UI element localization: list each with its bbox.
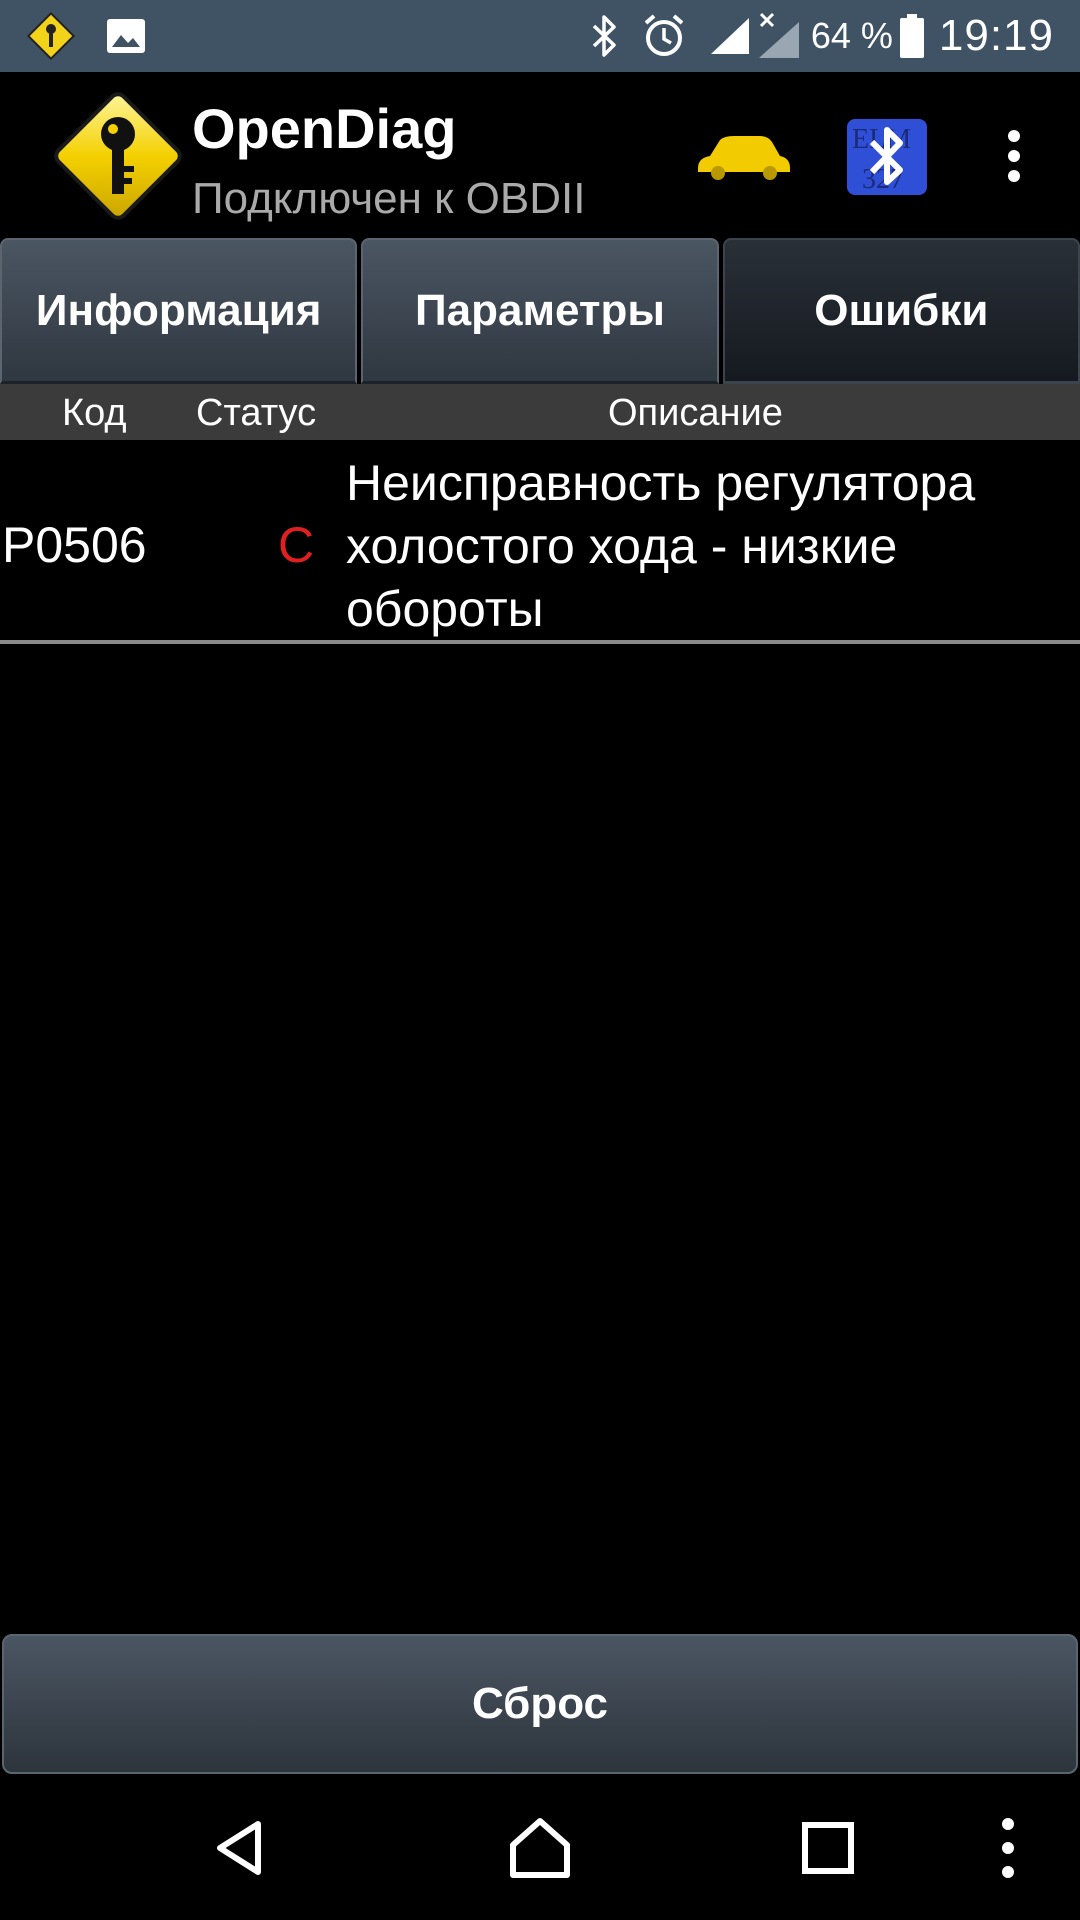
- connection-status: Подключен к OBDII: [192, 174, 586, 223]
- reset-button[interactable]: Сброс: [2, 1634, 1078, 1774]
- column-header-status: Статус: [196, 392, 317, 434]
- app-bar: OpenDiag Подключен к OBDII ELM 327: [0, 72, 1080, 238]
- tab-label: Ошибки: [814, 285, 989, 335]
- column-header-description: Описание: [608, 392, 783, 434]
- signal-no-sim-icon: [757, 12, 801, 60]
- app-title: OpenDiag: [192, 97, 457, 160]
- row-divider: [0, 640, 1080, 644]
- car-icon[interactable]: [694, 130, 794, 186]
- opendiag-notification-icon: [26, 11, 76, 61]
- column-header-code: Код: [62, 392, 127, 434]
- tab-errors[interactable]: Ошибки: [722, 238, 1080, 384]
- bluetooth-icon: [591, 14, 619, 58]
- error-status: C: [278, 517, 315, 573]
- home-icon[interactable]: [490, 1798, 590, 1898]
- overflow-menu-icon[interactable]: [994, 126, 1034, 186]
- reset-button-label: Сброс: [471, 1679, 609, 1728]
- tab-label: Информация: [35, 285, 322, 335]
- navigation-bar: [0, 1776, 1080, 1920]
- error-code: P0506: [2, 517, 147, 573]
- signal-icon: [709, 16, 751, 56]
- image-notification-icon: [106, 18, 146, 54]
- tab-parameters[interactable]: Параметры: [361, 238, 719, 384]
- error-description: Неисправность регулятора холостого хода …: [346, 455, 976, 637]
- recents-icon[interactable]: [778, 1798, 878, 1898]
- bluetooth-elm327-icon[interactable]: ELM 327: [846, 118, 928, 196]
- alarm-icon: [641, 13, 687, 59]
- tab-bar: Информация Параметры Ошибки: [0, 238, 1080, 384]
- nav-overflow-icon[interactable]: [958, 1798, 1058, 1898]
- table-row[interactable]: P0506 C Неисправность регулятора холосто…: [0, 440, 1080, 642]
- tab-label: Параметры: [415, 285, 665, 335]
- battery-percent: 64 %: [810, 15, 893, 56]
- table-header: Код Статус Описание: [0, 384, 1080, 440]
- battery-icon: [899, 13, 925, 59]
- opendiag-logo-icon[interactable]: [44, 82, 192, 230]
- tab-information[interactable]: Информация: [0, 238, 358, 384]
- clock: 19:19: [938, 11, 1054, 60]
- back-icon[interactable]: [190, 1798, 290, 1898]
- status-bar: 64 % 19:19: [0, 0, 1080, 72]
